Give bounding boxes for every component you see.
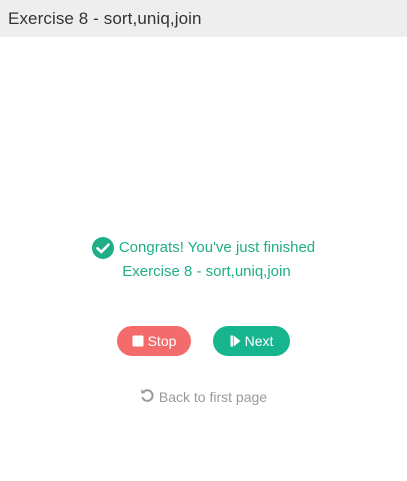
page-title: Exercise 8 - sort,uniq,join xyxy=(8,8,202,28)
undo-icon xyxy=(140,388,155,406)
step-forward-icon xyxy=(230,335,241,347)
stop-icon xyxy=(132,335,144,347)
stop-label: Stop xyxy=(147,333,177,349)
back-to-first-page-link[interactable]: Back to first page xyxy=(0,388,407,406)
congrats-line: Congrats! You've just finished xyxy=(0,236,407,260)
next-button[interactable]: Next xyxy=(213,326,290,356)
check-circle-icon xyxy=(91,237,114,259)
exercise-name: Exercise 8 - sort,uniq,join xyxy=(122,263,291,280)
back-label: Back to first page xyxy=(158,389,268,405)
congrats-text: Congrats! You've just finished xyxy=(118,239,316,256)
next-label: Next xyxy=(244,333,274,349)
completion-message: Congrats! You've just finished Exercise … xyxy=(0,236,407,284)
title-bar: Exercise 8 - sort,uniq,join xyxy=(0,0,407,37)
stop-button[interactable]: Stop xyxy=(117,326,191,356)
